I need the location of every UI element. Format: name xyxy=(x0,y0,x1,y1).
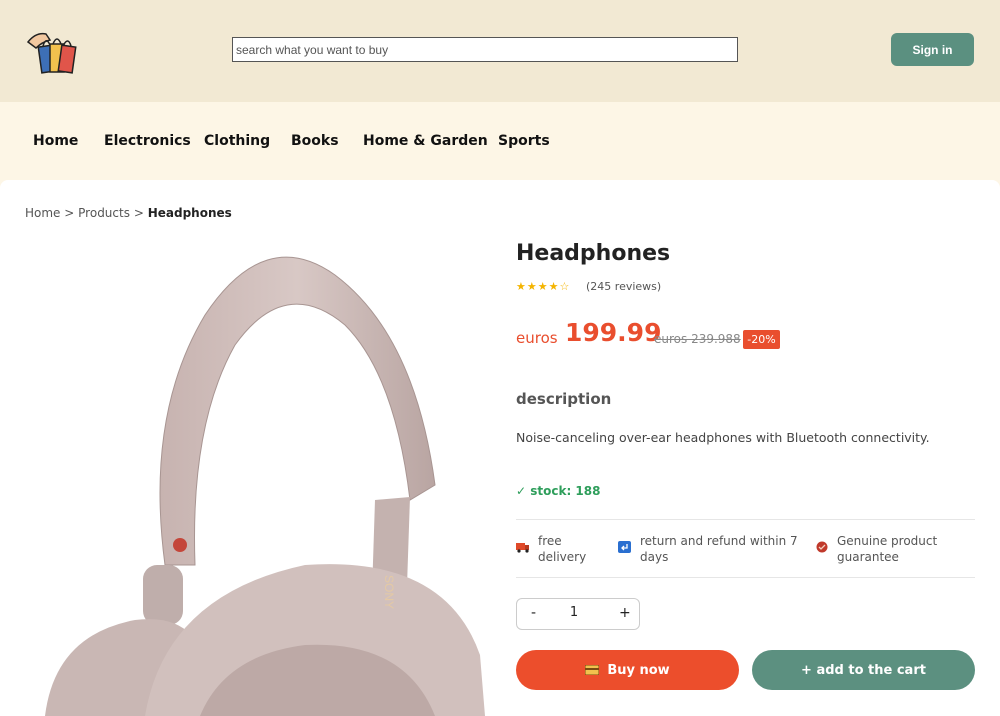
guarantee-icon xyxy=(816,541,828,553)
quantity-decrease-button[interactable]: - xyxy=(531,605,536,621)
nav-item-clothing[interactable]: Clothing xyxy=(204,133,270,149)
description-text: Noise-canceling over-ear headphones with… xyxy=(516,430,930,445)
nav-item-electronics[interactable]: Electronics xyxy=(104,133,191,149)
breadcrumb-products[interactable]: Products xyxy=(78,206,130,220)
nav-item-home-garden[interactable]: Home & Garden xyxy=(363,133,488,149)
breadcrumb-current: Headphones xyxy=(147,206,232,220)
price-value: 199.99 xyxy=(565,318,662,347)
product-page: Home > Products > Headphones SONY Headph… xyxy=(0,180,1000,716)
product-image: SONY xyxy=(45,256,485,716)
breadcrumb-separator: > xyxy=(133,206,144,220)
category-nav: Home Electronics Clothing Books Home & G… xyxy=(0,102,1000,180)
search-input[interactable] xyxy=(232,37,738,62)
nav-item-sports[interactable]: Sports xyxy=(498,133,550,149)
brand-logo-text: SONY xyxy=(382,575,396,609)
review-count[interactable]: (245 reviews) xyxy=(586,280,661,293)
shopping-bags-icon[interactable] xyxy=(24,22,82,78)
feature-line: free xyxy=(538,534,562,548)
divider xyxy=(516,519,975,520)
feature-line: days xyxy=(640,550,669,564)
nav-item-home[interactable]: Home xyxy=(33,133,78,149)
feature-line: Genuine product xyxy=(837,534,938,548)
card-icon xyxy=(585,665,600,675)
signin-button[interactable]: Sign in xyxy=(891,33,974,66)
nav-item-books[interactable]: Books xyxy=(291,133,339,149)
feature-line: delivery xyxy=(538,550,587,564)
product-title: Headphones xyxy=(516,241,671,266)
buy-now-button[interactable]: Buy now xyxy=(516,650,739,690)
quantity-value[interactable]: 1 xyxy=(567,605,581,620)
feature-line: guarantee xyxy=(837,550,899,564)
buy-now-label: Buy now xyxy=(607,662,670,678)
divider xyxy=(516,577,975,578)
return-icon xyxy=(618,541,631,553)
description-heading: description xyxy=(516,390,612,408)
truck-icon xyxy=(516,543,529,553)
breadcrumb-home[interactable]: Home xyxy=(25,206,60,220)
breadcrumb-separator: > xyxy=(64,206,75,220)
stock-status: ✓ stock: 188 xyxy=(516,484,601,498)
old-price: euros 239.988 xyxy=(654,332,741,346)
discount-badge: -20% xyxy=(743,330,780,349)
quantity-increase-button[interactable]: + xyxy=(619,605,631,621)
breadcrumb: Home > Products > Headphones xyxy=(25,206,232,220)
quantity-stepper: - 1 + xyxy=(516,598,640,630)
top-header: Sign in xyxy=(0,0,1000,102)
feature-line: return and refund within 7 xyxy=(640,534,798,548)
add-to-cart-label: + add to the cart xyxy=(801,662,926,678)
price-currency: euros xyxy=(516,329,558,347)
rating-stars: ★★★★☆ xyxy=(516,280,571,293)
add-to-cart-button[interactable]: + add to the cart xyxy=(752,650,975,690)
